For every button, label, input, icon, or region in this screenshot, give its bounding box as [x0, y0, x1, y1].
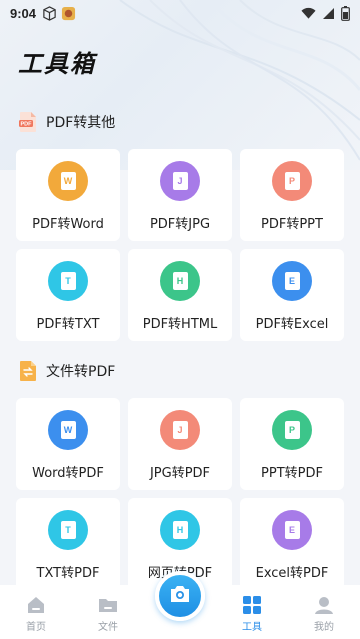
battery-icon: [341, 5, 350, 21]
tools-grid-icon: [242, 595, 262, 615]
nav-mine[interactable]: 我的: [294, 595, 354, 633]
tool-label: TXT转PDF: [36, 566, 100, 581]
tool-pdf-to-excel[interactable]: E PDF转Excel: [240, 249, 344, 341]
convert-file-icon: [18, 361, 38, 381]
excel-file-icon: E: [272, 261, 312, 301]
tool-jpg-to-pdf[interactable]: J JPG转PDF: [128, 398, 232, 490]
txt-file-icon: T: [48, 261, 88, 301]
nav-files[interactable]: 文件: [78, 595, 138, 633]
ppt-file-icon: P: [272, 410, 312, 450]
file-to-pdf-grid: W Word转PDF J JPG转PDF P PPT转PDF T TXT转PDF…: [16, 398, 344, 590]
folder-icon: [98, 595, 118, 615]
camera-icon: [169, 584, 191, 608]
section-header-file-to-pdf: 文件转PDF: [18, 361, 115, 381]
nav-tools[interactable]: 工具: [222, 595, 282, 633]
status-bar: 9:04: [0, 0, 360, 26]
tool-label: PDF转JPG: [149, 217, 211, 232]
tool-label: PDF转Excel: [255, 317, 329, 332]
tool-excel-to-pdf[interactable]: E Excel转PDF: [240, 498, 344, 590]
ppt-file-icon: P: [272, 161, 312, 201]
tool-label: PDF转HTML: [142, 317, 218, 332]
nav-mine-label: 我的: [314, 622, 334, 633]
home-icon: [26, 595, 46, 615]
pdf-file-icon: PDF: [18, 112, 38, 132]
word-file-icon: W: [48, 410, 88, 450]
tool-label: Word转PDF: [32, 466, 104, 481]
nav-files-label: 文件: [98, 622, 118, 633]
tool-pdf-to-ppt[interactable]: P PDF转PPT: [240, 149, 344, 241]
jpg-file-icon: J: [160, 410, 200, 450]
tool-label: JPG转PDF: [149, 466, 211, 481]
signal-icon: [322, 7, 335, 20]
tool-label: Excel转PDF: [255, 566, 329, 581]
tool-label: PDF转PPT: [261, 217, 323, 232]
nav-tools-label: 工具: [242, 622, 262, 633]
jpg-file-icon: J: [160, 161, 200, 201]
txt-file-icon: T: [48, 510, 88, 550]
pdf-to-other-grid: W PDF转Word J PDF转JPG P PDF转PPT T PDF转TXT…: [16, 149, 344, 341]
tool-pdf-to-jpg[interactable]: J PDF转JPG: [128, 149, 232, 241]
tool-ppt-to-pdf[interactable]: P PPT转PDF: [240, 398, 344, 490]
excel-file-icon: E: [272, 510, 312, 550]
camera-button-wrap: [150, 571, 210, 633]
status-time: 9:04: [10, 5, 37, 21]
svg-text:PDF: PDF: [21, 122, 33, 128]
tool-pdf-to-word[interactable]: W PDF转Word: [16, 149, 120, 241]
tool-label: PDF转TXT: [36, 317, 100, 332]
page-title: 工具箱: [18, 50, 96, 78]
nav-home[interactable]: 首页: [6, 595, 66, 633]
tool-label: PDF转Word: [32, 217, 104, 232]
html-file-icon: H: [160, 261, 200, 301]
bottom-navigation: 首页 文件 工具 我的: [0, 571, 360, 639]
wifi-icon: [301, 7, 316, 20]
tool-label: PPT转PDF: [261, 466, 323, 481]
camera-button[interactable]: [155, 571, 205, 621]
tool-word-to-pdf[interactable]: W Word转PDF: [16, 398, 120, 490]
tool-pdf-to-txt[interactable]: T PDF转TXT: [16, 249, 120, 341]
box-icon: [42, 5, 57, 21]
app-notification-icon: [61, 6, 76, 21]
tool-pdf-to-html[interactable]: H PDF转HTML: [128, 249, 232, 341]
section-title: 文件转PDF: [46, 364, 116, 380]
word-file-icon: W: [48, 161, 88, 201]
section-header-pdf-to-other: PDF PDF转其他: [18, 112, 115, 132]
section-title: PDF转其他: [46, 115, 116, 131]
html-file-icon: H: [160, 510, 200, 550]
nav-home-label: 首页: [26, 622, 46, 633]
tool-txt-to-pdf[interactable]: T TXT转PDF: [16, 498, 120, 590]
user-icon: [314, 595, 334, 615]
